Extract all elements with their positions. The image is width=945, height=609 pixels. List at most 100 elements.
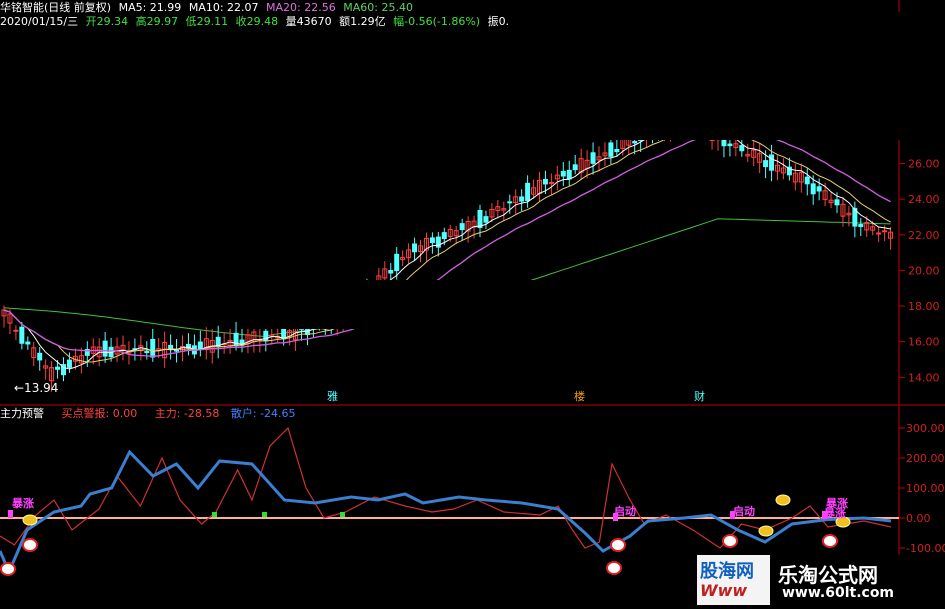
indicator-title: 主力预警	[0, 407, 44, 420]
signal-label-3: 启动	[733, 505, 755, 518]
candle-body	[263, 330, 269, 342]
price-tick-label: 22.00	[908, 229, 940, 242]
candle-body	[810, 183, 816, 195]
low-value: 低29.11	[185, 15, 229, 28]
candle-body	[614, 148, 620, 153]
event-marker-2[interactable]: 楼	[574, 388, 585, 404]
price-tick-label: 14.00	[908, 371, 940, 384]
signal-pink-bar	[8, 510, 13, 518]
gold-ingot-icon	[775, 494, 791, 506]
price-tick-label: 24.00	[908, 193, 940, 206]
candle-body	[572, 164, 578, 171]
retail-line	[0, 449, 892, 576]
indicator-tick-label: 0.00	[906, 512, 931, 525]
amount-value: 额1.29亿	[339, 15, 386, 28]
header-row-2: 2020/01/15/三 开29.34 高29.97 低29.11 收29.48…	[0, 15, 513, 28]
candle-body	[804, 176, 810, 185]
event-marker-3[interactable]: 财	[694, 388, 705, 404]
candle-body	[197, 341, 203, 350]
red-alert-icon	[722, 534, 738, 548]
candle-body	[525, 182, 531, 201]
open-value: 开29.34	[85, 15, 129, 28]
signal-label-1: 暴涨	[12, 497, 34, 510]
gold-ingot-icon	[758, 525, 774, 537]
candle-body	[429, 237, 435, 244]
candle-body	[168, 344, 174, 349]
watermark-url: www.60lt.com	[782, 585, 895, 601]
stock-title: 华铭智能(日线 前复权)	[0, 1, 112, 14]
candle-body	[876, 232, 882, 235]
signal-label-5: 暴涨	[824, 507, 846, 520]
candle-body	[590, 152, 596, 164]
candle-body	[150, 338, 156, 358]
signal-green-square	[262, 512, 267, 517]
candle-body	[483, 216, 489, 223]
candle-body	[37, 352, 43, 361]
event-marker-1[interactable]: 雅	[327, 388, 338, 404]
indicator-tick-label: 200.00	[906, 452, 945, 465]
red-alert-icon	[822, 534, 838, 548]
candle-body	[102, 340, 108, 357]
retail-value: 散户: -24.65	[230, 407, 296, 420]
signal-label-2: 启动	[614, 505, 636, 518]
watermark-left-text: 股海网	[700, 561, 754, 582]
volume-value: 量43670	[285, 15, 332, 28]
candle-body	[882, 230, 888, 233]
watermark-title: 乐淘公式网	[778, 563, 878, 587]
candle-body	[816, 186, 822, 192]
candle-body	[739, 145, 745, 152]
watermark-left-box: 股海网 Www	[697, 555, 770, 605]
candle-body	[477, 209, 483, 228]
red-alert-icon	[0, 562, 16, 576]
low-price-marker: ←13.94	[14, 381, 59, 395]
candle-body	[66, 359, 72, 368]
candle-body	[763, 160, 769, 168]
candle-body	[459, 223, 465, 231]
candle-body	[144, 351, 150, 354]
candle-body	[769, 154, 775, 171]
candle-body	[560, 170, 566, 177]
price-tick-label: 18.00	[908, 300, 940, 313]
candle-body	[174, 349, 180, 352]
candle-body	[394, 253, 400, 272]
main-force-line	[0, 426, 892, 549]
red-alert-icon	[22, 538, 38, 552]
candle-body	[632, 141, 638, 144]
candle-body	[55, 366, 61, 370]
date-label: 2020/01/15/三	[0, 15, 79, 28]
candle-body	[441, 232, 447, 240]
price-tick-label: 16.00	[908, 336, 940, 349]
signal-green-square	[340, 512, 345, 517]
header-row-1: 华铭智能(日线 前复权) MA5: 21.99 MA10: 22.07 MA20…	[0, 1, 417, 14]
candle-body	[13, 329, 19, 332]
candle-body	[19, 326, 25, 344]
ma60-value: MA60: 25.40	[343, 1, 413, 14]
high-value: 高29.97	[135, 15, 179, 28]
candle-body	[608, 142, 614, 157]
ma10-value: MA10: 22.07	[188, 1, 259, 14]
redaction-box-top	[534, 12, 945, 140]
price-tick-label: 20.00	[908, 264, 940, 277]
buy-alert-value: 买点警报: 0.00	[61, 407, 138, 420]
candle-body	[25, 341, 31, 345]
candle-body	[542, 178, 548, 185]
candle-body	[412, 243, 418, 253]
redaction-box-mid	[238, 280, 710, 329]
indicator-tick-label: 100.00	[906, 482, 945, 495]
ma20-value: MA20: 22.56	[266, 1, 336, 14]
signal-green-square	[212, 512, 217, 517]
candle-body	[388, 270, 394, 274]
candle-body	[834, 199, 840, 206]
candle-body	[727, 143, 733, 147]
indicator-tick-label: 300.00	[906, 422, 945, 435]
change-value: 幅-0.56(-1.86%)	[393, 15, 481, 28]
amplitude-value: 振0.	[487, 15, 510, 28]
main-force-value: 主力: -28.58	[154, 407, 220, 420]
candle-body	[507, 201, 513, 204]
candle-body	[566, 169, 572, 180]
red-alert-icon	[606, 561, 622, 575]
price-tick-label: 26.00	[908, 158, 940, 171]
ma5-value: MA5: 21.99	[118, 1, 182, 14]
indicator-tick-label: -100.00	[906, 542, 945, 555]
watermark-left-sub: Www	[700, 581, 748, 600]
